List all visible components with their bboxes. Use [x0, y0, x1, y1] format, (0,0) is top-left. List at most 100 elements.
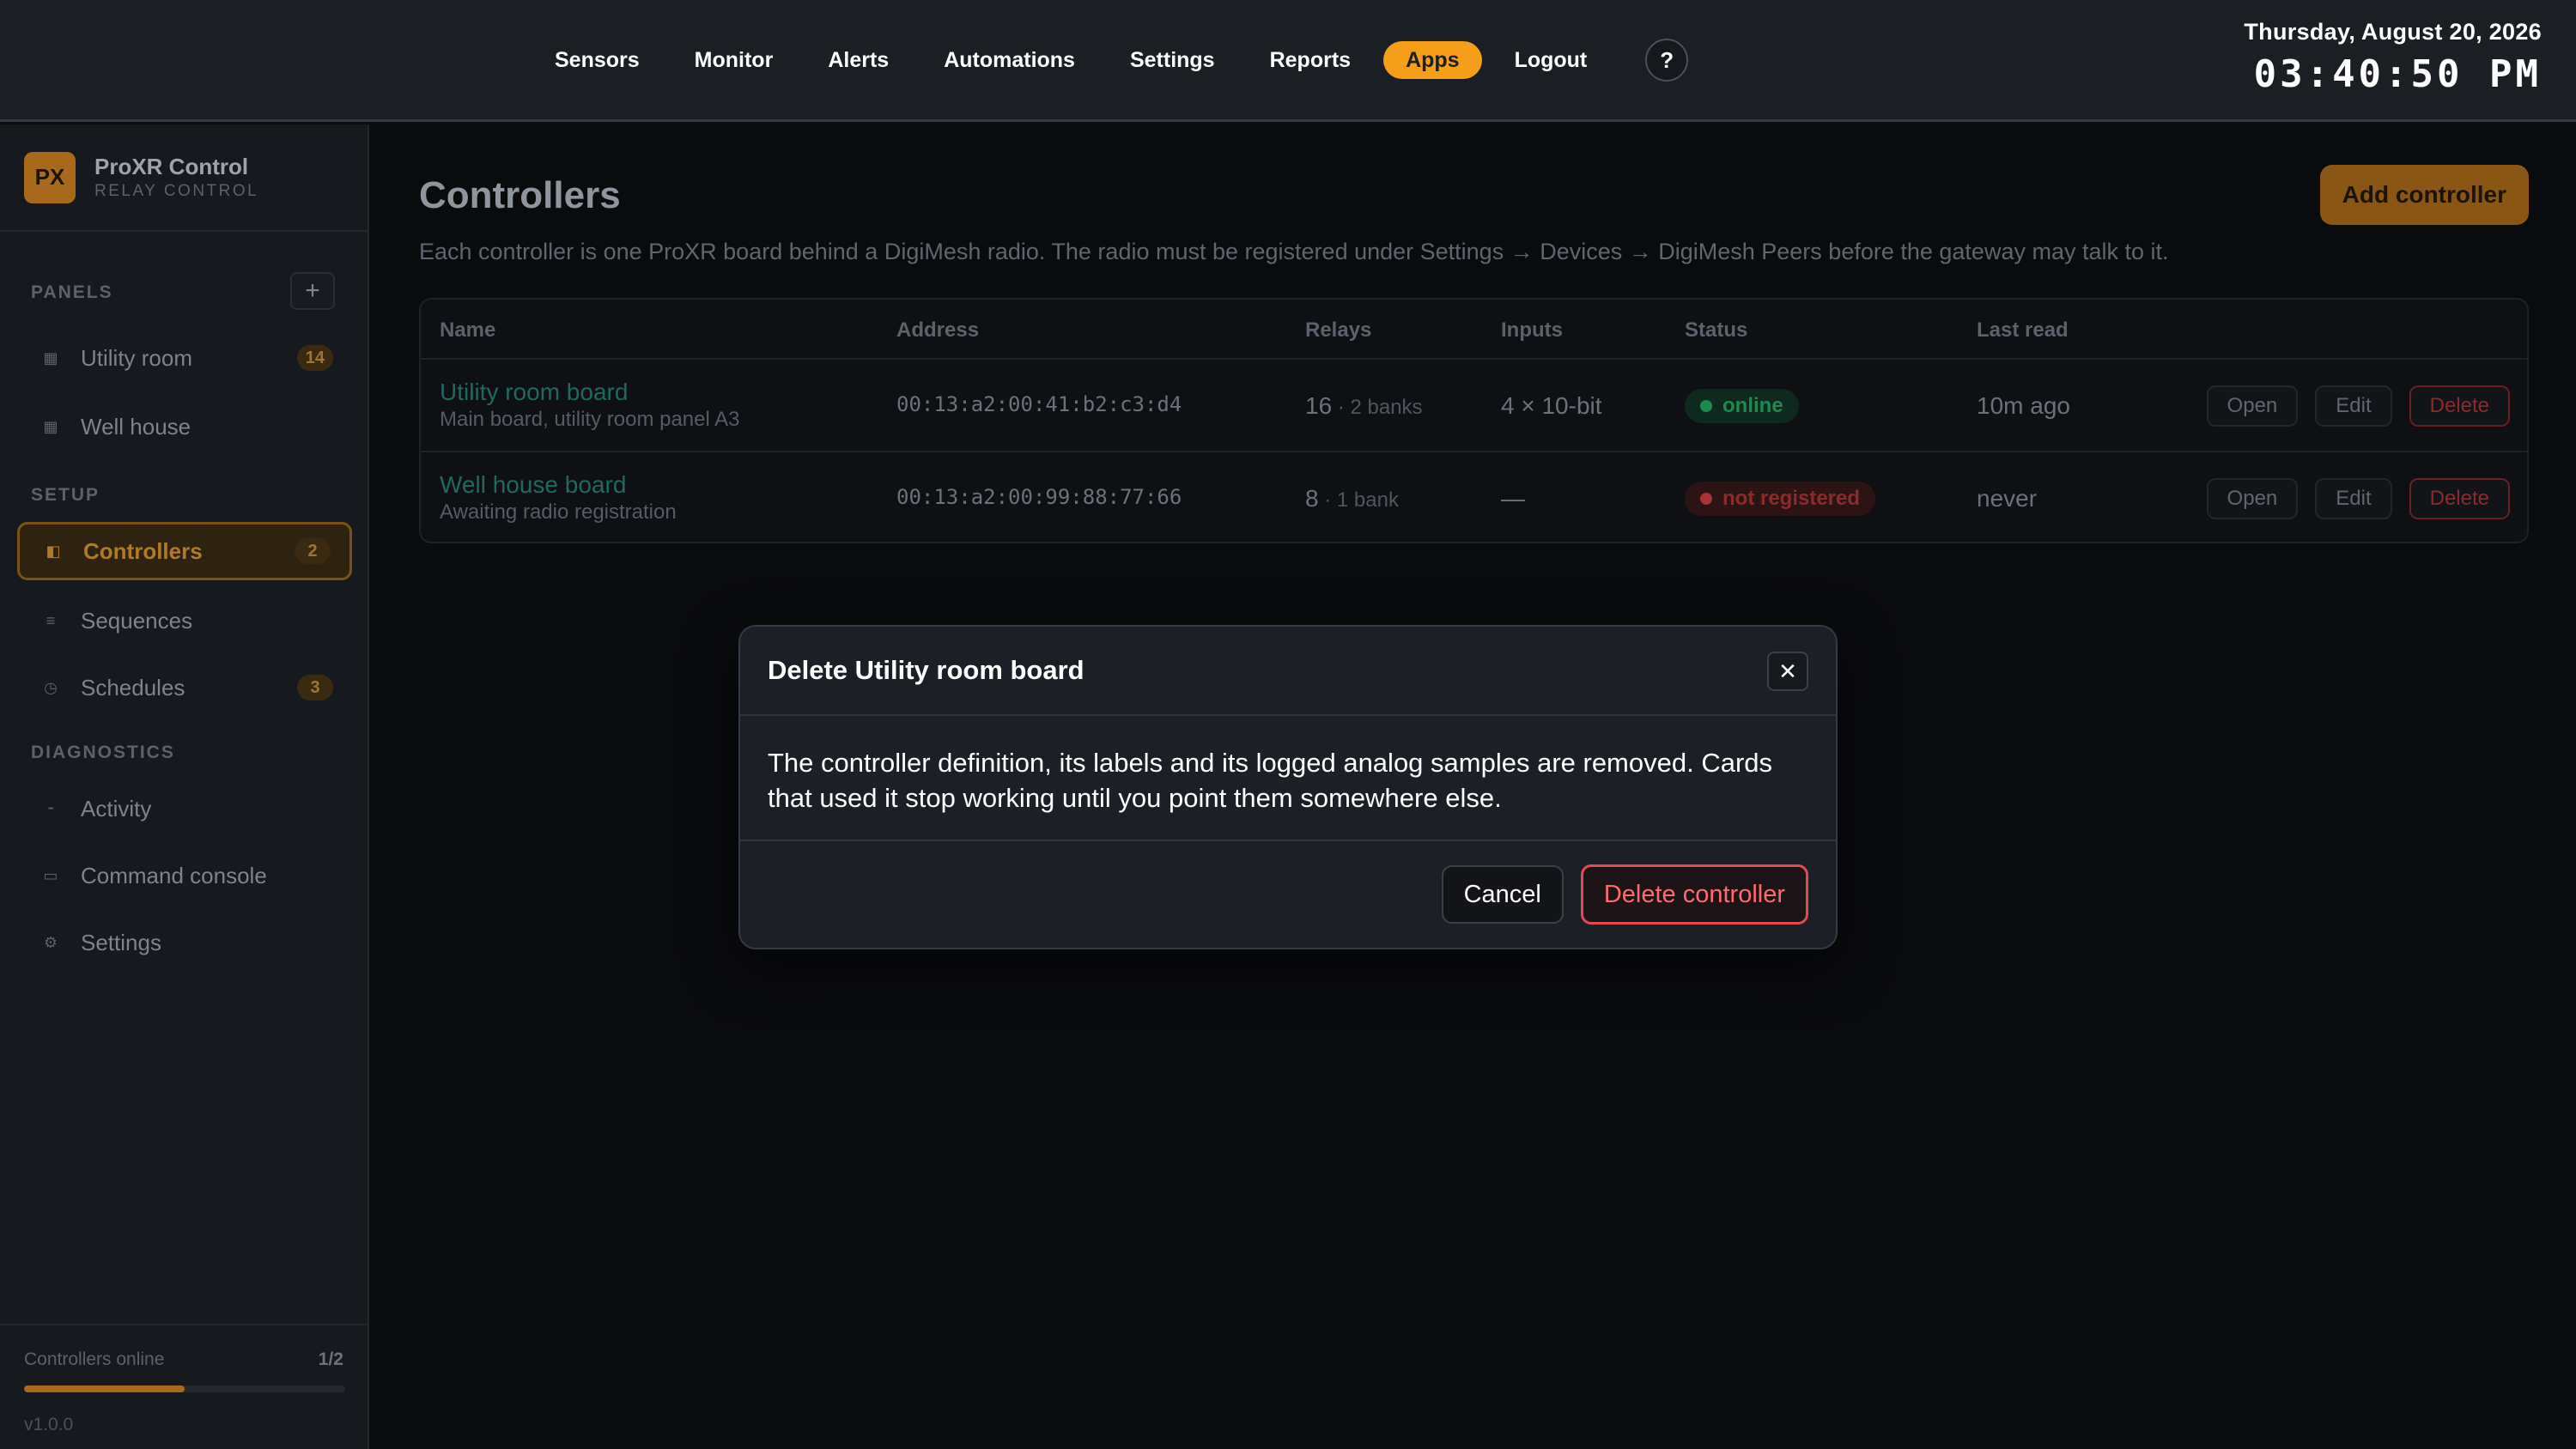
table-header: Name Address Relays Inputs Status Last r…: [421, 300, 2527, 360]
table-row: Well house board Awaiting radio registra…: [421, 454, 2527, 545]
delete-button[interactable]: Delete: [2409, 478, 2510, 519]
delete-confirm-dialog: Delete Utility room board ✕ The controll…: [738, 625, 1838, 949]
column-header: Relays: [1305, 318, 1372, 342]
progress-fill: [24, 1385, 185, 1392]
sidebar-item-label: Schedules: [81, 674, 185, 700]
sidebar-item-label: Well house: [81, 413, 191, 440]
dialog-header: Delete Utility room board ✕: [740, 627, 1836, 716]
close-icon[interactable]: ✕: [1767, 652, 1808, 691]
page-description: Each controller is one ProXR board behin…: [419, 239, 2169, 264]
controller-name-link[interactable]: Utility room board: [440, 379, 740, 406]
controller-inputs: 4 × 10-bit: [1501, 392, 1602, 419]
nav-sensors[interactable]: Sensors: [532, 41, 662, 79]
open-button[interactable]: Open: [2206, 478, 2299, 519]
nav-reports[interactable]: Reports: [1248, 41, 1373, 79]
delete-controller-button[interactable]: Delete controller: [1580, 864, 1808, 925]
relay-banks: · 2 banks: [1332, 396, 1423, 419]
brand-subtitle: RELAY CONTROL: [94, 182, 259, 200]
sidebar-item-utility-room[interactable]: ▦ Utility room 14: [17, 329, 352, 387]
add-panel-button[interactable]: +: [290, 272, 335, 310]
count-badge: 14: [296, 345, 333, 371]
clock: Thursday, August 20, 2026 03:40:50 PM: [2244, 19, 2542, 96]
nav-logout[interactable]: Logout: [1492, 41, 1610, 79]
controller-relays: 16 · 2 banks: [1305, 392, 1423, 420]
relay-banks: · 1 bank: [1318, 488, 1399, 512]
controller-address: 00:13:a2:00:41:b2:c3:d4: [896, 392, 1182, 416]
delete-button[interactable]: Delete: [2409, 385, 2510, 427]
section-setup: SETUP: [31, 485, 100, 505]
controller-icon: ◧: [46, 542, 61, 560]
sidebar-item-label: Utility room: [81, 344, 193, 371]
nav-alerts[interactable]: Alerts: [805, 41, 911, 79]
edit-button[interactable]: Edit: [2315, 385, 2392, 427]
nav-settings[interactable]: Settings: [1108, 41, 1237, 79]
relay-count: 16: [1305, 392, 1333, 419]
count-badge: 2: [295, 538, 331, 564]
sidebar-item-label: Settings: [81, 929, 161, 955]
column-header: Name: [440, 318, 496, 342]
count-badge: 3: [297, 675, 333, 700]
controller-inputs: —: [1501, 485, 1525, 512]
sidebar-item-label: Activity: [81, 795, 152, 822]
sidebar-item-sequences[interactable]: ≡ Sequences: [17, 591, 352, 650]
sidebar: PX ProXR Control RELAY CONTROL PANELS + …: [0, 124, 369, 1449]
controller-address: 00:13:a2:00:99:88:77:66: [896, 485, 1182, 509]
sidebar-item-controllers[interactable]: ◧ Controllers 2: [17, 522, 352, 580]
relay-count: 8: [1305, 485, 1319, 512]
sidebar-item-label: Command console: [81, 862, 267, 888]
brand-logo: PX: [24, 151, 76, 203]
status-dot-icon: [1700, 400, 1712, 412]
panel-icon: ▦: [43, 349, 58, 367]
page-title: Controllers: [419, 174, 621, 216]
brand: PX ProXR Control RELAY CONTROL: [0, 124, 368, 232]
column-header: Inputs: [1501, 318, 1563, 342]
edit-button[interactable]: Edit: [2315, 478, 2392, 519]
console-icon: ▭: [43, 866, 58, 884]
nav-apps[interactable]: Apps: [1383, 41, 1482, 79]
status-dot-icon: [1700, 493, 1712, 505]
controller-subtitle: Main board, utility room panel A3: [440, 408, 740, 431]
panel-icon: ▦: [43, 417, 58, 435]
sidebar-item-command-console[interactable]: ▭ Command console: [17, 846, 352, 905]
dialog-body: The controller definition, its labels an…: [740, 716, 1836, 841]
controller-name-link[interactable]: Well house board: [440, 471, 677, 499]
controllers-online-label: Controllers online: [24, 1349, 165, 1369]
sidebar-footer: Controllers online 1/2 v1.0.0: [0, 1324, 368, 1449]
controller-last-read: 10m ago: [1977, 392, 2070, 419]
controllers-online-progress: [24, 1385, 345, 1392]
nav-monitor[interactable]: Monitor: [672, 41, 796, 79]
controllers-table: Name Address Relays Inputs Status Last r…: [419, 298, 2529, 543]
open-button[interactable]: Open: [2206, 385, 2299, 427]
clock-date: Thursday, August 20, 2026: [2244, 19, 2542, 45]
section-diagnostics: DIAGNOSTICS: [31, 743, 175, 762]
nav-automations[interactable]: Automations: [921, 41, 1097, 79]
sidebar-item-activity[interactable]: ⁃ Activity: [17, 779, 352, 838]
brand-title: ProXR Control: [94, 154, 249, 179]
column-header: Last read: [1977, 318, 2069, 342]
dialog-footer: Cancel Delete controller: [740, 841, 1836, 948]
gear-icon: ⚙: [43, 933, 58, 951]
status-badge: online: [1685, 389, 1799, 423]
clock-time: 03:40:50 PM: [2253, 52, 2542, 96]
status-badge: not registered: [1685, 482, 1876, 516]
sidebar-item-well-house[interactable]: ▦ Well house: [17, 397, 352, 456]
controller-subtitle: Awaiting radio registration: [440, 500, 677, 524]
top-nav: Sensors Monitor Alerts Automations Setti…: [532, 39, 1689, 82]
table-row: Utility room board Main board, utility r…: [421, 361, 2527, 452]
status-text: online: [1722, 394, 1783, 417]
clock-icon: ◷: [44, 678, 58, 696]
column-header: Address: [896, 318, 980, 342]
controllers-online-count: 1/2: [318, 1349, 343, 1369]
add-controller-button[interactable]: Add controller: [2319, 165, 2529, 225]
sidebar-item-schedules[interactable]: ◷ Schedules 3: [17, 658, 352, 717]
sidebar-item-label: Sequences: [81, 607, 193, 634]
cancel-button[interactable]: Cancel: [1441, 865, 1564, 924]
top-bar: Sensors Monitor Alerts Automations Setti…: [0, 0, 2576, 122]
app-version: v1.0.0: [24, 1415, 74, 1434]
controller-relays: 8 · 1 bank: [1305, 485, 1399, 512]
sidebar-item-settings[interactable]: ⚙ Settings: [17, 913, 352, 972]
dialog-title: Delete Utility room board: [768, 655, 1084, 685]
activity-icon: ⁃: [46, 799, 55, 817]
help-button[interactable]: ?: [1645, 39, 1689, 82]
column-header: Status: [1685, 318, 1748, 342]
